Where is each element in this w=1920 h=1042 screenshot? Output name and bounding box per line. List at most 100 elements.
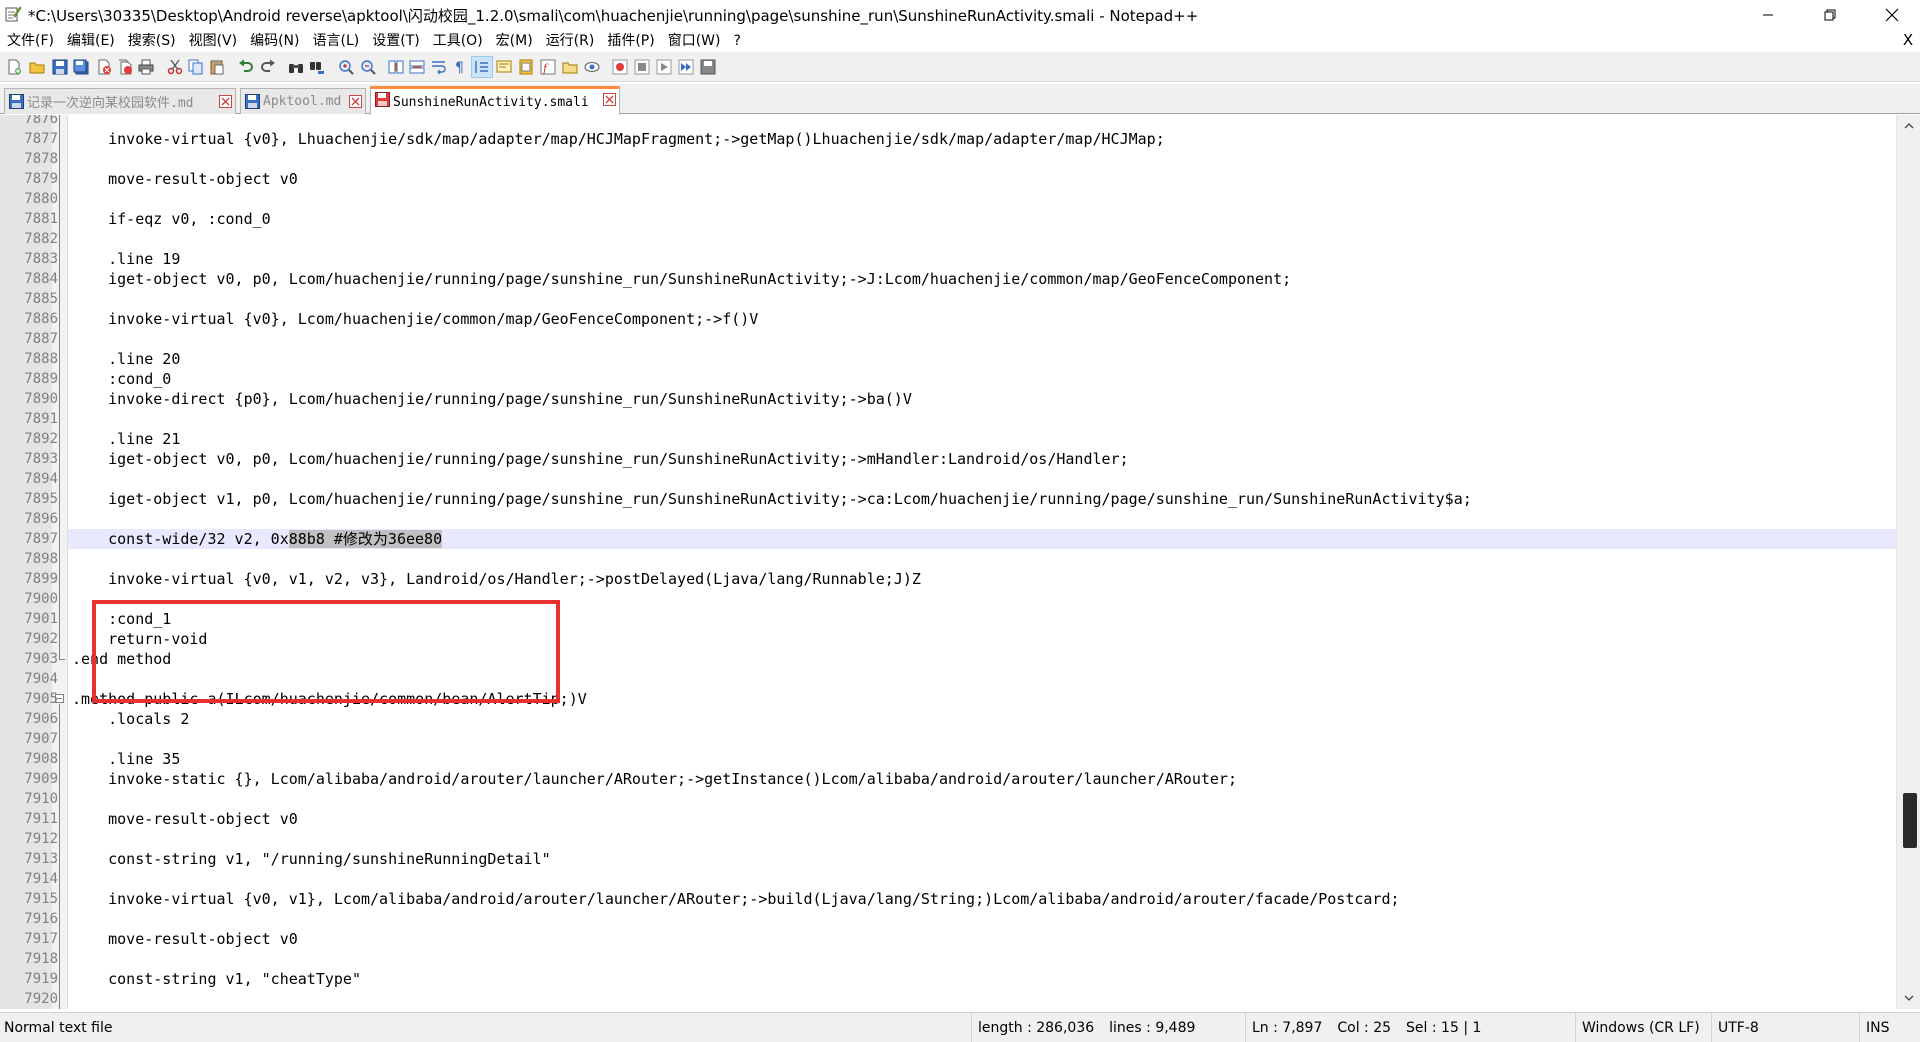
close-window-button[interactable] xyxy=(1864,0,1920,30)
menu-language[interactable]: 语言(L) xyxy=(306,30,366,52)
save-button[interactable] xyxy=(50,57,70,77)
code-line[interactable]: 7889 :cond_0 xyxy=(24,369,1896,389)
code-line[interactable]: 7880 xyxy=(24,189,1896,209)
code-line[interactable]: 7891 xyxy=(24,409,1896,429)
minimize-button[interactable] xyxy=(1740,0,1796,30)
code-line[interactable]: 7918 xyxy=(24,949,1896,969)
stop-recording-button[interactable] xyxy=(632,57,652,77)
code-line[interactable]: 7917 move-result-object v0 xyxy=(24,929,1896,949)
code-line[interactable]: 7890 invoke-direct {p0}, Lcom/huachenjie… xyxy=(24,389,1896,409)
code-line[interactable]: 7878 xyxy=(24,149,1896,169)
sync-vertical-button[interactable] xyxy=(386,57,406,77)
code-line[interactable]: 7898 xyxy=(24,549,1896,569)
save-macro-button[interactable] xyxy=(698,57,718,77)
scroll-up-arrow-icon[interactable] xyxy=(1897,115,1920,137)
code-line[interactable]: 7915 invoke-virtual {v0, v1}, Lcom/aliba… xyxy=(24,889,1896,909)
code-editor[interactable]: 7876 7877 invoke-virtual {v0}, Lhuachenji… xyxy=(0,115,1896,1009)
code-line[interactable]: 7916 xyxy=(24,909,1896,929)
code-line[interactable]: 7907 xyxy=(24,729,1896,749)
code-line[interactable]: 7906 .locals 2 xyxy=(24,709,1896,729)
tab-markdown-notes[interactable]: 记录一次逆向某校园软件.md xyxy=(4,88,236,114)
replace-button[interactable] xyxy=(307,57,327,77)
code-line[interactable]: 7893 iget-object v0, p0, Lcom/huachenjie… xyxy=(24,449,1896,469)
code-line[interactable]: 7881 if-eqz v0, :cond_0 xyxy=(24,209,1896,229)
copy-button[interactable] xyxy=(186,57,206,77)
scroll-thumb[interactable] xyxy=(1903,793,1917,848)
cut-button[interactable] xyxy=(165,57,185,77)
code-area[interactable]: 7876 7877 invoke-virtual {v0}, Lhuachenji… xyxy=(24,115,1896,1009)
open-file-button[interactable] xyxy=(27,57,47,77)
status-encoding[interactable]: UTF-8 xyxy=(1714,1013,1860,1042)
tab-close-icon[interactable] xyxy=(219,95,232,108)
document-map-button[interactable] xyxy=(516,57,536,77)
code-line[interactable]: 7882 xyxy=(24,229,1896,249)
code-line[interactable]: 7896 xyxy=(24,509,1896,529)
status-eol[interactable]: Windows (CR LF) xyxy=(1578,1013,1712,1042)
code-line[interactable]: 7897 const-wide/32 v2, 0x88b8 #修改为36ee80 xyxy=(24,529,1896,549)
code-line[interactable]: 7899 invoke-virtual {v0, v1, v2, v3}, La… xyxy=(24,569,1896,589)
code-line[interactable]: 7903 .end method xyxy=(24,649,1896,669)
code-line[interactable]: 7900 xyxy=(24,589,1896,609)
record-macro-button[interactable] xyxy=(610,57,630,77)
menu-settings[interactable]: 设置(T) xyxy=(365,30,425,52)
tab-close-icon[interactable] xyxy=(349,95,362,108)
close-file-button[interactable] xyxy=(94,57,114,77)
menu-window[interactable]: 窗口(W) xyxy=(661,30,727,52)
code-line[interactable]: 7920 xyxy=(24,989,1896,1009)
paste-button[interactable] xyxy=(207,57,227,77)
undo-button[interactable] xyxy=(236,57,256,77)
new-file-button[interactable] xyxy=(4,57,24,77)
code-line[interactable]: 7909 invoke-static {}, Lcom/alibaba/andr… xyxy=(24,769,1896,789)
menu-edit[interactable]: 编辑(E) xyxy=(60,30,121,52)
menu-file[interactable]: 文件(F) xyxy=(0,30,60,52)
menu-plugins[interactable]: 插件(P) xyxy=(600,30,660,52)
code-line[interactable]: 7910 xyxy=(24,789,1896,809)
find-button[interactable] xyxy=(286,57,306,77)
code-line[interactable]: 7911 move-result-object v0 xyxy=(24,809,1896,829)
code-line[interactable]: 7908 .line 35 xyxy=(24,749,1896,769)
save-all-button[interactable] xyxy=(71,57,91,77)
show-all-characters-button[interactable]: ¶ xyxy=(450,57,470,77)
zoom-in-button[interactable] xyxy=(336,57,356,77)
close-document-button[interactable]: X xyxy=(1900,31,1916,49)
tab-close-icon[interactable] xyxy=(603,93,616,106)
menu-help[interactable]: ? xyxy=(727,30,747,52)
code-line[interactable]: 7876 xyxy=(24,115,1896,129)
menu-encoding[interactable]: 编码(N) xyxy=(243,30,305,52)
menu-tools[interactable]: 工具(O) xyxy=(426,30,489,52)
code-line[interactable]: 7912 xyxy=(24,829,1896,849)
indent-guide-button[interactable] xyxy=(471,56,493,78)
sync-horizontal-button[interactable] xyxy=(407,57,427,77)
tab-sunshine-run-activity[interactable]: SunshineRunActivity.smali xyxy=(370,86,620,115)
code-line[interactable]: 7888 .line 20 xyxy=(24,349,1896,369)
code-line[interactable]: 7887 xyxy=(24,329,1896,349)
menu-view[interactable]: 视图(V) xyxy=(182,30,244,52)
code-line[interactable]: 7886 invoke-virtual {v0}, Lcom/huachenji… xyxy=(24,309,1896,329)
code-line[interactable]: 7892 .line 21 xyxy=(24,429,1896,449)
close-all-button[interactable] xyxy=(115,57,135,77)
word-wrap-button[interactable] xyxy=(429,57,449,77)
code-line[interactable]: 7879 move-result-object v0 xyxy=(24,169,1896,189)
menu-run[interactable]: 运行(R) xyxy=(539,30,601,52)
restore-button[interactable] xyxy=(1802,0,1858,30)
print-button[interactable] xyxy=(136,57,156,77)
folder-as-workspace-button[interactable] xyxy=(560,57,580,77)
code-line[interactable]: 7901 :cond_1 xyxy=(24,609,1896,629)
code-line[interactable]: 7885 xyxy=(24,289,1896,309)
user-defined-language-button[interactable] xyxy=(494,57,514,77)
redo-button[interactable] xyxy=(258,57,278,77)
function-list-button[interactable]: f xyxy=(538,57,558,77)
monitoring-button[interactable] xyxy=(582,57,602,77)
run-macro-multiple-button[interactable] xyxy=(676,57,696,77)
code-line[interactable]: 7883 .line 19 xyxy=(24,249,1896,269)
code-line[interactable]: 7877 invoke-virtual {v0}, Lhuachenjie/sd… xyxy=(24,129,1896,149)
playback-macro-button[interactable] xyxy=(654,57,674,77)
code-line[interactable]: 7904 xyxy=(24,669,1896,689)
code-line[interactable]: 7914 xyxy=(24,869,1896,889)
code-line[interactable]: 7884 iget-object v0, p0, Lcom/huachenjie… xyxy=(24,269,1896,289)
menu-search[interactable]: 搜索(S) xyxy=(121,30,182,52)
code-line[interactable]: 7905 .method public a(ILcom/huachenjie/co… xyxy=(24,689,1896,709)
code-line[interactable]: 7894 xyxy=(24,469,1896,489)
scroll-down-arrow-icon[interactable] xyxy=(1897,987,1920,1009)
zoom-out-button[interactable] xyxy=(358,57,378,77)
